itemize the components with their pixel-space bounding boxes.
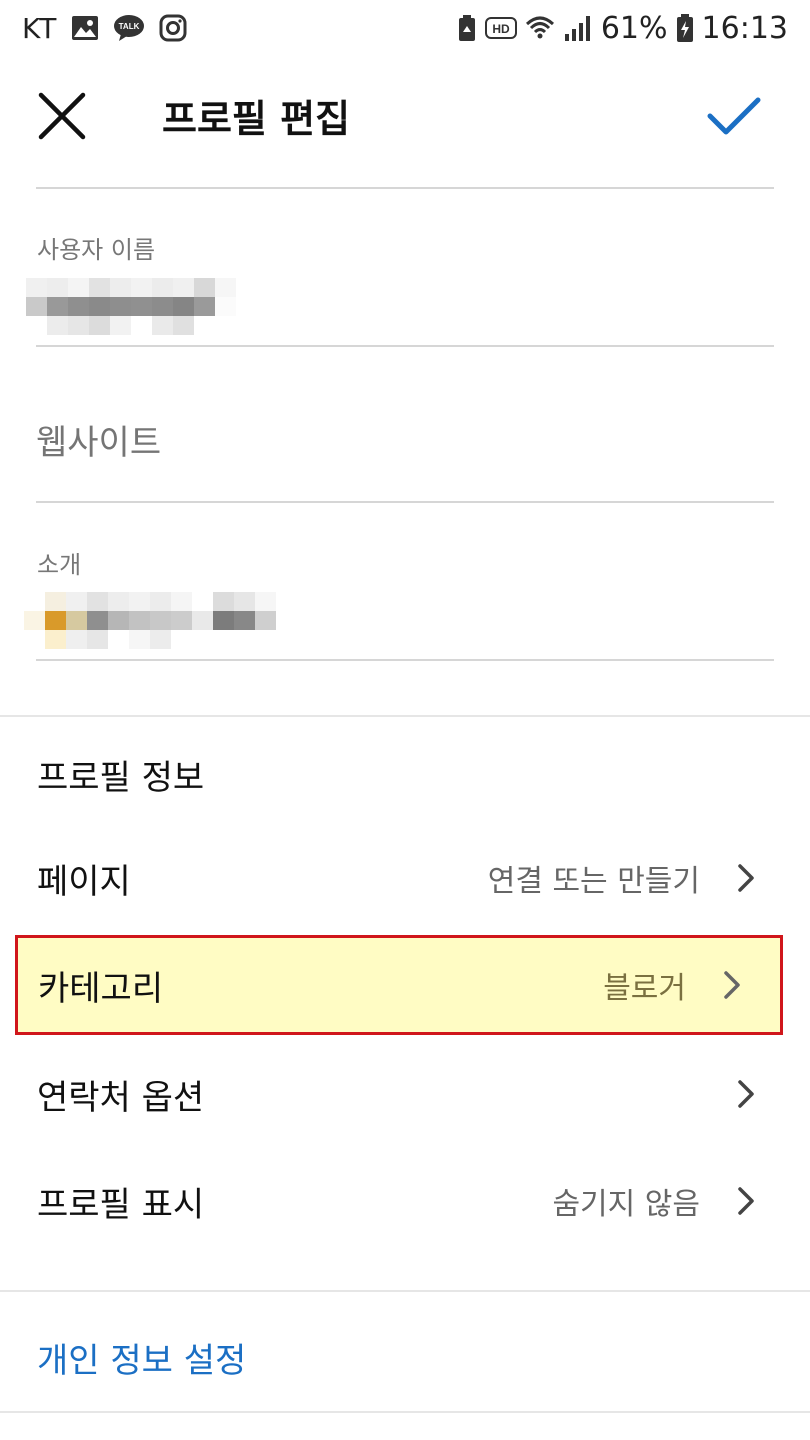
check-icon	[707, 96, 761, 140]
category-row-label: 카테고리	[38, 968, 164, 1009]
chevron-right-icon	[720, 969, 744, 1001]
hd-voice-icon: HD	[484, 16, 517, 40]
section-divider-bottom	[0, 1290, 810, 1292]
status-bar-right: HD 61% 16:13	[457, 8, 788, 48]
username-underline	[36, 345, 774, 347]
battery-saver-icon	[457, 14, 477, 42]
wifi-icon	[525, 14, 555, 42]
category-row-value: 블로거	[603, 971, 686, 1006]
category-row[interactable]: 카테고리 블로거	[15, 935, 783, 1035]
page-row[interactable]: 페이지 연결 또는 만들기	[0, 830, 810, 926]
svg-text:TALK: TALK	[119, 22, 140, 31]
close-button[interactable]	[30, 86, 94, 150]
kakaotalk-icon: TALK	[113, 14, 145, 42]
website-underline	[36, 501, 774, 503]
profile-display-row-value: 숨기지 않음	[552, 1187, 700, 1222]
instagram-icon	[159, 14, 187, 42]
website-input[interactable]	[36, 423, 736, 463]
profile-display-row[interactable]: 프로필 표시 숨기지 않음	[0, 1153, 810, 1249]
status-bar: KT TALK HD 61% 16:13	[0, 0, 810, 56]
chevron-right-icon	[734, 1185, 758, 1217]
signal-icon	[563, 14, 593, 42]
toolbar-divider	[36, 187, 774, 189]
toolbar: 프로필 편집	[0, 62, 810, 172]
svg-text:HD: HD	[492, 22, 510, 36]
clock: 16:13	[701, 10, 788, 46]
carrier-label: KT	[22, 11, 58, 45]
contact-options-row[interactable]: 연락처 옵션	[0, 1046, 810, 1142]
username-field[interactable]	[26, 278, 236, 335]
chevron-right-icon	[734, 862, 758, 894]
profile-info-heading: 프로필 정보	[37, 758, 205, 798]
chevron-right-icon	[734, 1078, 758, 1110]
page-row-value: 연결 또는 만들기	[487, 864, 700, 899]
battery-icon	[676, 13, 694, 43]
bio-label: 소개	[37, 551, 82, 579]
contact-options-row-label: 연락처 옵션	[37, 1077, 205, 1118]
page-row-label: 페이지	[37, 861, 131, 902]
page-title: 프로필 편집	[162, 97, 351, 141]
done-button[interactable]	[702, 86, 766, 150]
footer-divider	[0, 1411, 810, 1413]
section-divider	[0, 715, 810, 717]
profile-display-row-label: 프로필 표시	[37, 1184, 205, 1225]
username-label: 사용자 이름	[37, 236, 156, 264]
status-bar-left: KT TALK	[22, 8, 187, 48]
gallery-icon	[71, 15, 99, 41]
bio-field[interactable]	[24, 592, 276, 649]
privacy-settings-link[interactable]: 개인 정보 설정	[37, 1333, 246, 1382]
close-icon	[37, 91, 87, 145]
battery-percent: 61%	[600, 10, 668, 46]
bio-underline	[36, 659, 774, 661]
